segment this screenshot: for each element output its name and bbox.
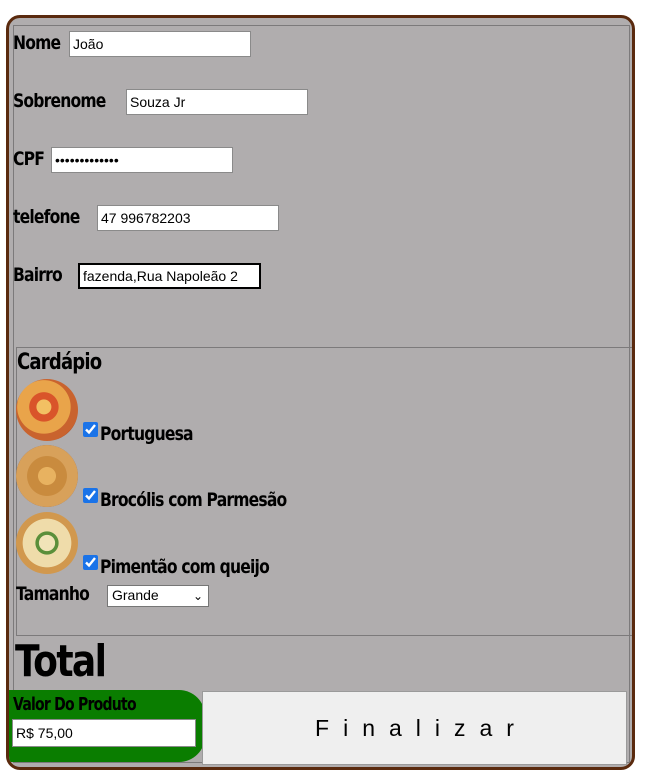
total-heading: Total [15,636,107,687]
portuguesa-checkbox[interactable] [83,422,98,437]
portuguesa-label: Portuguesa [100,423,194,445]
cpf-label: CPF [13,148,45,170]
tamanho-selected-value: Grande [112,587,159,603]
brocolis-label: Brocólis com Parmesão [100,489,287,511]
brocolis-checkbox[interactable] [83,488,98,503]
finalizar-button[interactable]: Finalizar [202,691,627,765]
nome-label: Nome [13,32,61,54]
pimentao-checkbox[interactable] [83,555,98,570]
sobrenome-label: Sobrenome [13,90,106,112]
telefone-input[interactable] [97,205,279,231]
bairro-label: Bairro [13,264,63,286]
nome-input[interactable] [69,31,251,57]
valor-produto-label: Valor Do Produto [13,694,137,715]
cardapio-legend: Cardápio [17,350,102,375]
sobrenome-input[interactable] [126,89,308,115]
pizza-brocolis-image [16,445,78,507]
pimentao-label: Pimentão com queijo [100,556,270,578]
bairro-input[interactable] [78,263,261,289]
telefone-label: telefone [13,206,80,228]
valor-produto-field[interactable]: R$ 75,00 [12,719,196,747]
cpf-input[interactable] [51,147,233,173]
tamanho-select[interactable]: Grande ⌄ [107,585,209,607]
form-container: Nome Sobrenome CPF telefone Bairro Cardá… [6,15,635,770]
tamanho-label: Tamanho [16,583,90,605]
chevron-down-icon: ⌄ [192,589,203,603]
pizza-portuguesa-image [16,379,78,441]
pizza-pimentao-image [16,512,78,574]
